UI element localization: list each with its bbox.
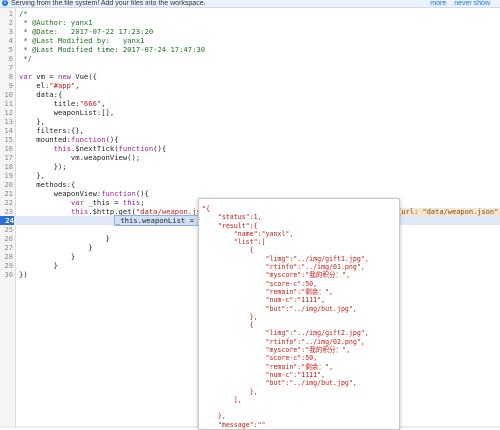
code-line-2[interactable]: 2 * @Author: yanx1 bbox=[0, 18, 500, 27]
code-text: } bbox=[19, 261, 58, 270]
code-line-16[interactable]: 16 this.$nextTick(function(){ bbox=[0, 144, 500, 153]
code-text: var vm = new Vue({ bbox=[19, 72, 97, 81]
code-text: * @Date: 2017-07-22 17:23:20 bbox=[19, 27, 154, 36]
code-text: this.$nextTick(function(){ bbox=[53, 144, 167, 153]
line-number[interactable]: 21 bbox=[0, 189, 13, 198]
line-number[interactable]: 26 bbox=[0, 234, 13, 243]
line-number[interactable]: 11 bbox=[0, 99, 13, 108]
code-text: }, bbox=[19, 171, 45, 180]
line-number[interactable]: 27 bbox=[0, 243, 13, 252]
line-number[interactable]: 12 bbox=[0, 108, 13, 117]
code-line-7[interactable]: 7 bbox=[0, 63, 500, 72]
code-text: } bbox=[19, 234, 110, 243]
code-text: } bbox=[19, 252, 76, 261]
code-text: weaponList:[], bbox=[19, 108, 115, 117]
code-line-14[interactable]: 14 filters:{}, bbox=[0, 126, 500, 135]
code-text: vm.weaponView(); bbox=[19, 153, 141, 162]
code-text: filters:{}, bbox=[19, 126, 84, 135]
code-line-4[interactable]: 4 * @Last Modified by: yanx1 bbox=[0, 36, 500, 45]
line-number[interactable]: 8 bbox=[0, 72, 13, 81]
line-number[interactable]: 30 bbox=[0, 270, 13, 279]
info-icon: i bbox=[2, 0, 8, 6]
line-number[interactable]: 24 bbox=[0, 216, 14, 225]
line-number[interactable]: 28 bbox=[0, 252, 13, 261]
code-text: }); bbox=[19, 162, 67, 171]
code-line-5[interactable]: 5 * @Last Modified time: 2017-07-24 17:4… bbox=[0, 45, 500, 54]
line-number[interactable]: 6 bbox=[0, 54, 13, 63]
code-text: title:"666", bbox=[19, 99, 106, 108]
code-line-6[interactable]: 6 */ bbox=[0, 54, 500, 63]
code-line-1[interactable]: 1 /* bbox=[0, 9, 500, 18]
line-number[interactable]: 1 bbox=[0, 9, 13, 18]
line-number[interactable]: 17 bbox=[0, 153, 13, 162]
code-line-11[interactable]: 11 title:"666", bbox=[0, 99, 500, 108]
code-text: data:{ bbox=[19, 90, 63, 99]
line-number[interactable]: 29 bbox=[0, 261, 13, 270]
code-text: el:"#app", bbox=[19, 81, 80, 90]
line-number[interactable]: 2 bbox=[0, 18, 13, 27]
line-number[interactable]: 13 bbox=[0, 117, 13, 126]
code-text: mounted:function(){ bbox=[19, 135, 119, 144]
code-text: */ bbox=[19, 54, 32, 63]
code-text: /* bbox=[19, 9, 28, 18]
line-number[interactable]: 4 bbox=[0, 36, 13, 45]
line-number[interactable]: 5 bbox=[0, 45, 13, 54]
code-line-3[interactable]: 3 * @Date: 2017-07-22 17:23:20 bbox=[0, 27, 500, 36]
code-line-18[interactable]: 18 }); bbox=[0, 162, 500, 171]
code-text: * @Last Modified by: yanx1 bbox=[19, 36, 145, 45]
line-number[interactable]: 20 bbox=[0, 180, 13, 189]
line-number[interactable]: 19 bbox=[0, 171, 13, 180]
code-line-9[interactable]: 9 el:"#app", bbox=[0, 81, 500, 90]
code-text: }, bbox=[19, 117, 45, 126]
infobar-message: Serving from the file system! Add your f… bbox=[11, 0, 206, 7]
code-text: * @Author: yanx1 bbox=[19, 18, 93, 27]
workspace-infobar: i Serving from the file system! Add your… bbox=[0, 0, 500, 8]
code-line-15[interactable]: 15 mounted:function(){ bbox=[0, 135, 500, 144]
line-number[interactable]: 14 bbox=[0, 126, 13, 135]
code-line-19[interactable]: 19 }, bbox=[0, 171, 500, 180]
code-text: }) bbox=[19, 270, 28, 279]
popover-json-value: "{ "status":1, "result":{ "name":"yanxl"… bbox=[202, 205, 369, 429]
line-number[interactable]: 15 bbox=[0, 135, 13, 144]
code-line-10[interactable]: 10 data:{ bbox=[0, 90, 500, 99]
more-link[interactable]: more bbox=[430, 0, 446, 7]
line-number[interactable]: 23 bbox=[0, 207, 13, 216]
never-show-link[interactable]: never show bbox=[454, 0, 490, 7]
code-text: } bbox=[19, 243, 93, 252]
line-number[interactable]: 22 bbox=[0, 198, 13, 207]
code-line-17[interactable]: 17 vm.weaponView(); bbox=[0, 153, 500, 162]
code-line-12[interactable]: 12 weaponList:[], bbox=[0, 108, 500, 117]
code-line-21[interactable]: 21 weaponView:function(){ bbox=[0, 189, 500, 198]
line-number[interactable]: 9 bbox=[0, 81, 13, 90]
code-line-20[interactable]: 20 methods:{ bbox=[0, 180, 500, 189]
code-line-13[interactable]: 13 }, bbox=[0, 117, 500, 126]
line-number[interactable]: 25 bbox=[0, 225, 13, 234]
code-text: * @Last Modified time: 2017-07-24 17:47:… bbox=[19, 45, 206, 54]
line-number[interactable]: 7 bbox=[0, 63, 13, 72]
value-preview-popover: "{ "status":1, "result":{ "name":"yanxl"… bbox=[198, 198, 400, 430]
code-text: weaponView:function(){ bbox=[19, 189, 149, 198]
code-text: methods:{ bbox=[19, 180, 76, 189]
line-number[interactable]: 3 bbox=[0, 27, 13, 36]
line-number[interactable]: 16 bbox=[0, 144, 13, 153]
code-line-8[interactable]: 8 var vm = new Vue({ bbox=[0, 72, 500, 81]
code-text: var _this = this; bbox=[70, 198, 145, 207]
line-number[interactable]: 18 bbox=[0, 162, 13, 171]
line-number[interactable]: 10 bbox=[0, 90, 13, 99]
